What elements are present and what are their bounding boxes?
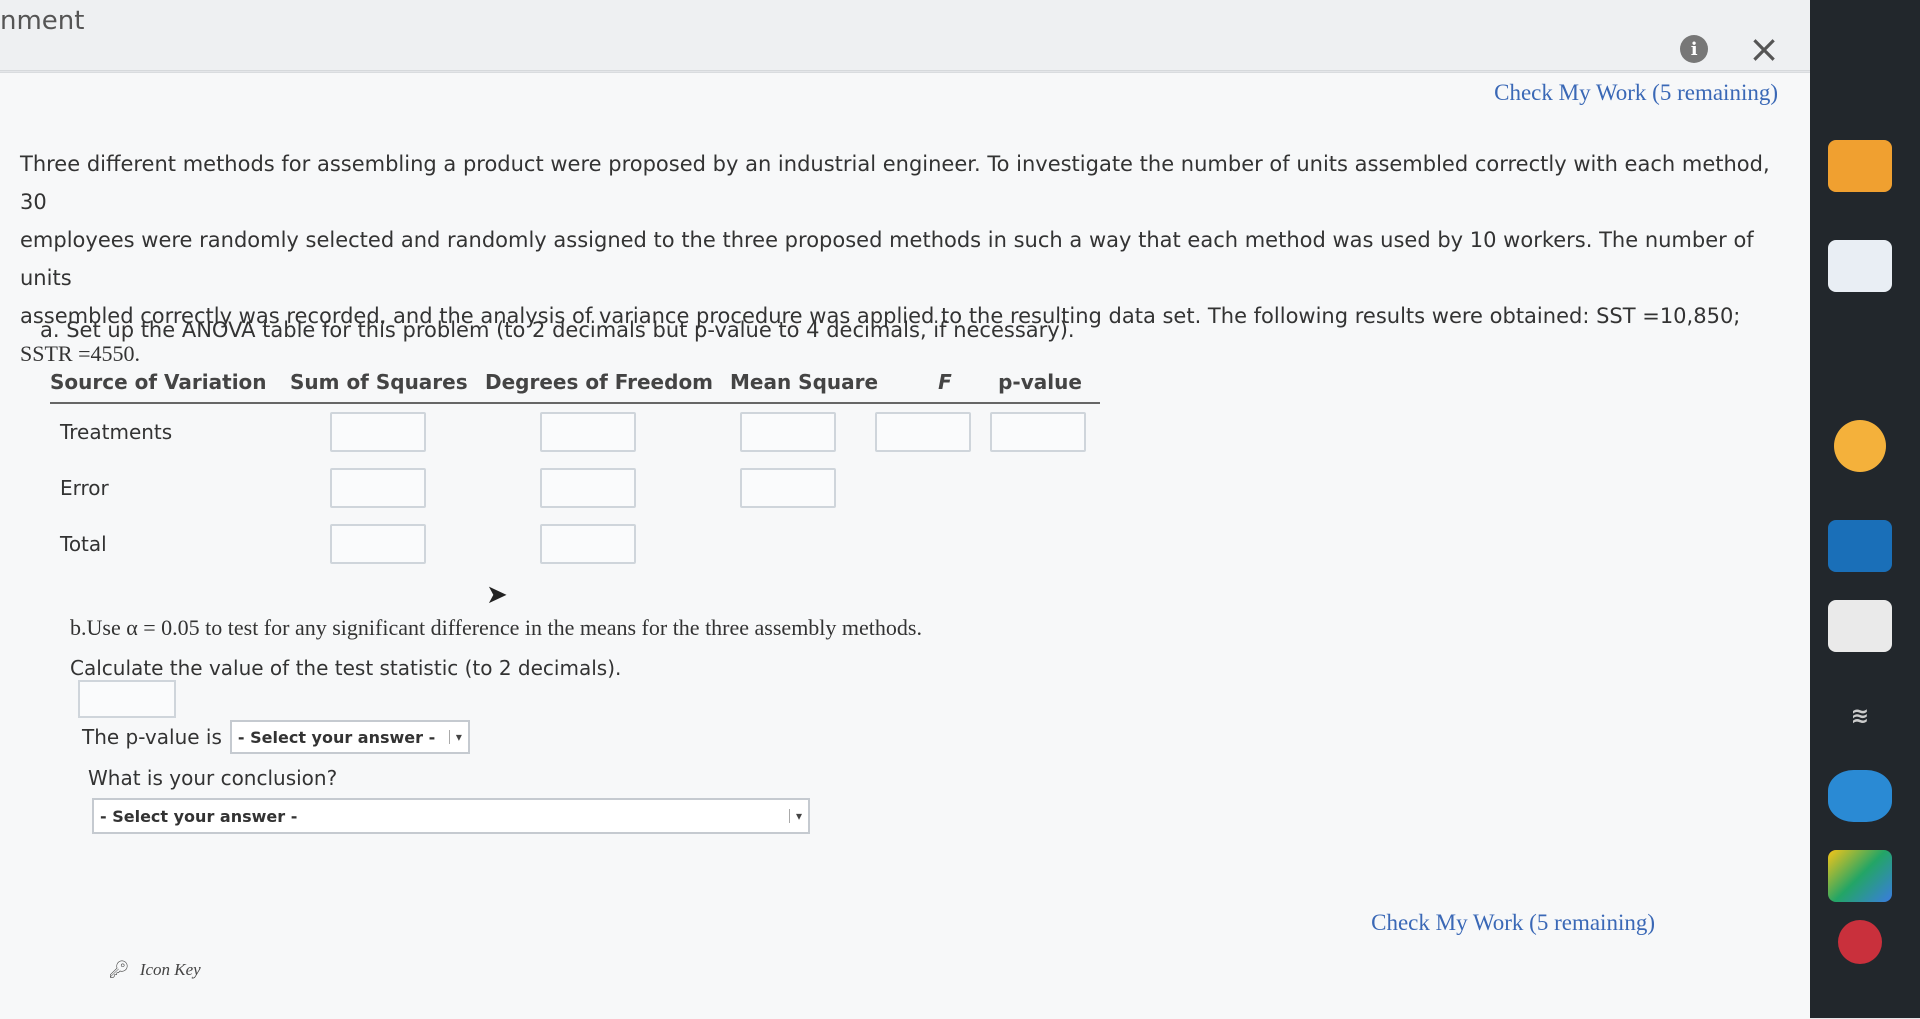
accessibility-icon[interactable] xyxy=(1838,920,1882,964)
row-error: Error xyxy=(50,460,1100,516)
row-treatments: Treatments xyxy=(50,404,1100,460)
treatments-f-input[interactable] xyxy=(875,412,971,452)
app-icon-blue[interactable] xyxy=(1828,520,1892,572)
anova-header-row: Source of Variation Sum of Squares Degre… xyxy=(50,370,1100,404)
total-df-input[interactable] xyxy=(540,524,636,564)
cloud-icon[interactable] xyxy=(1828,770,1892,822)
treatments-df-input[interactable] xyxy=(540,412,636,452)
part-b-instruction: Calculate the value of the test statisti… xyxy=(70,656,622,680)
p-value-label: The p-value is xyxy=(82,725,222,749)
row-label-error: Error xyxy=(60,476,109,500)
header-mean-square: Mean Square xyxy=(730,370,879,394)
error-ss-input[interactable] xyxy=(330,468,426,508)
conclusion-select-text: - Select your answer - xyxy=(100,806,298,826)
icon-key[interactable]: 🔑︎ Icon Key xyxy=(108,960,201,980)
treatments-p-value-input[interactable] xyxy=(990,412,1086,452)
part-a-question: a. Set up the ANOVA table for this probl… xyxy=(40,318,1075,342)
app-icon-text[interactable] xyxy=(1828,240,1892,292)
chevron-down-icon: ▾ xyxy=(788,809,802,823)
test-statistic-input[interactable] xyxy=(78,680,176,718)
speech-icon[interactable]: ≋ xyxy=(1828,690,1892,742)
header-sum-of-squares: Sum of Squares xyxy=(290,370,468,394)
taskbar: ≋ xyxy=(1810,0,1920,1018)
panel-controls: i × xyxy=(1680,30,1780,68)
header-p-value: p-value xyxy=(998,370,1082,394)
check-my-work-link-top[interactable]: Check My Work (5 remaining) xyxy=(1494,80,1778,106)
check-my-work-link-bottom[interactable]: Check My Work (5 remaining) xyxy=(1371,910,1655,936)
part-b: b.Use α = 0.05 to test for any significa… xyxy=(70,608,922,688)
row-total: Total xyxy=(50,516,1100,572)
error-ms-input[interactable] xyxy=(740,468,836,508)
problem-line-2: employees were randomly selected and ran… xyxy=(20,228,1754,290)
p-value-select[interactable]: - Select your answer - ▾ xyxy=(229,720,470,754)
close-icon[interactable]: × xyxy=(1748,30,1780,68)
app-icon-circle[interactable] xyxy=(1834,420,1886,472)
total-ss-input[interactable] xyxy=(330,524,426,564)
app-icon-orange[interactable] xyxy=(1828,140,1892,192)
icon-key-label: Icon Key xyxy=(139,960,201,979)
part-b-question: b.Use α = 0.05 to test for any significa… xyxy=(70,615,922,640)
page-title: nment xyxy=(0,6,85,36)
app-icon-notes[interactable] xyxy=(1828,600,1892,652)
drive-icon[interactable] xyxy=(1828,850,1892,902)
mouse-cursor-icon: ➤ xyxy=(486,580,508,610)
row-label-treatments: Treatments xyxy=(60,420,173,444)
header-source: Source of Variation xyxy=(50,370,267,394)
key-icon: 🔑︎ xyxy=(108,960,130,979)
p-value-select-text: - Select your answer - xyxy=(237,727,436,747)
problem-line-1: Three different methods for assembling a… xyxy=(20,152,1770,214)
p-value-row: The p-value is - Select your answer - ▾ xyxy=(82,720,470,754)
header-degrees-of-freedom: Degrees of Freedom xyxy=(485,370,714,394)
treatments-ms-input[interactable] xyxy=(740,412,836,452)
error-df-input[interactable] xyxy=(540,468,636,508)
anova-table: Source of Variation Sum of Squares Degre… xyxy=(50,370,1100,572)
conclusion-question: What is your conclusion? xyxy=(88,766,338,790)
chevron-down-icon: ▾ xyxy=(448,730,462,744)
conclusion-select[interactable]: - Select your answer - ▾ xyxy=(92,798,810,834)
header-f: F xyxy=(938,370,952,394)
info-icon[interactable]: i xyxy=(1680,35,1709,63)
top-strip: nment xyxy=(0,0,1920,71)
row-label-total: Total xyxy=(60,532,107,556)
treatments-ss-input[interactable] xyxy=(330,412,426,452)
